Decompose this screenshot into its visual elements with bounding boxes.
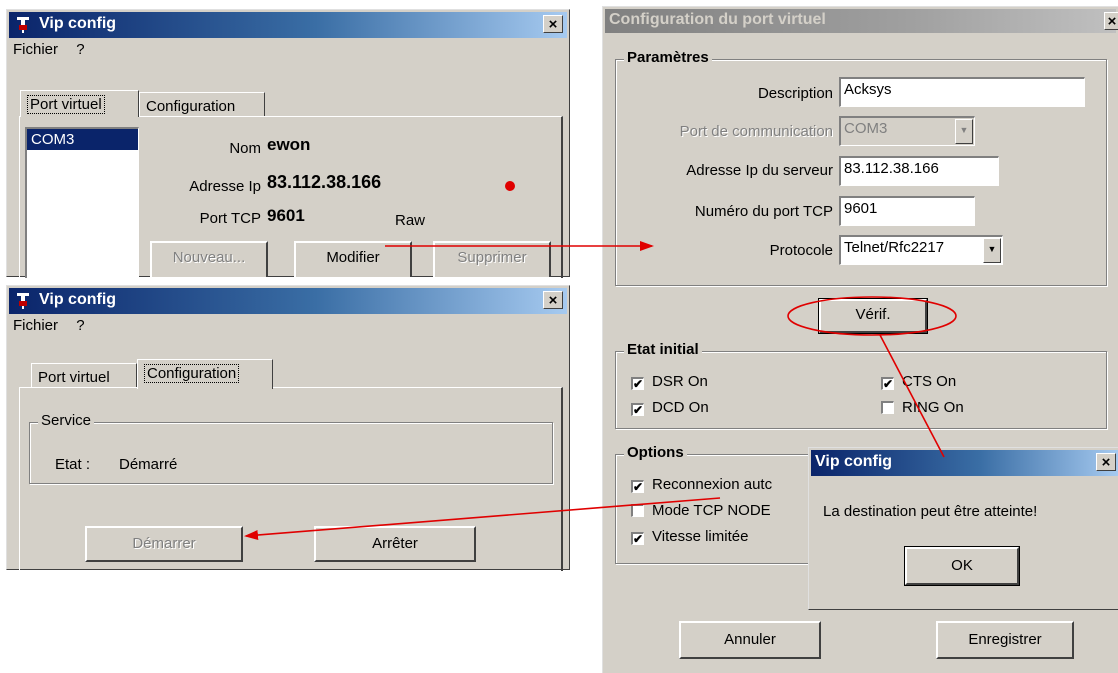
- close-icon[interactable]: ×: [1096, 453, 1116, 471]
- port-tcp-input[interactable]: 9601: [839, 196, 975, 226]
- etat-label: Etat :: [55, 456, 91, 473]
- menu-help[interactable]: ?: [76, 317, 84, 334]
- cts-checkbox[interactable]: ✔ CTS On: [881, 373, 956, 390]
- ip-serveur-label: Adresse Ip du serveur: [686, 162, 833, 179]
- checkbox-box[interactable]: ✔: [631, 377, 644, 390]
- close-icon[interactable]: ×: [1104, 12, 1118, 30]
- checkbox-box[interactable]: ✔: [881, 377, 894, 390]
- dsr-checkbox[interactable]: ✔ DSR On: [631, 373, 708, 390]
- menu-fichier[interactable]: Fichier: [13, 317, 58, 334]
- close-icon[interactable]: ×: [543, 15, 563, 33]
- supprimer-button[interactable]: Supprimer: [433, 241, 551, 277]
- title-bar[interactable]: Configuration du port virtuel ×: [605, 9, 1118, 33]
- verif-button[interactable]: Vérif.: [818, 298, 928, 334]
- ip-serveur-input[interactable]: 83.112.38.166: [839, 156, 999, 186]
- service-legend: Service: [38, 412, 95, 429]
- etat-initial-legend: Etat initial: [624, 341, 702, 358]
- virtual-port-list[interactable]: COM3: [25, 127, 139, 278]
- window-title: Vip config: [39, 291, 117, 308]
- dialog-message: La destination peut être atteinte!: [823, 503, 1038, 520]
- demarrer-button[interactable]: Démarrer: [85, 526, 243, 562]
- nom-value: ewon: [267, 135, 311, 154]
- title-bar[interactable]: Vip config ×: [811, 450, 1118, 476]
- close-icon[interactable]: ×: [543, 291, 563, 309]
- nodelay-checkbox[interactable]: Mode TCP NODE: [631, 502, 771, 519]
- port-tcp-label: Port TCP: [199, 210, 261, 227]
- checkbox-box[interactable]: ✔: [631, 480, 644, 493]
- status-led-icon: [505, 181, 515, 191]
- vip-app-icon: [17, 17, 29, 33]
- window-title: Vip config: [815, 453, 893, 470]
- vip-config-dialog: Vip config × La destination peut être at…: [808, 447, 1118, 610]
- menu-bar: Fichier ?: [13, 317, 99, 334]
- tab-port-virtuel[interactable]: Port virtuel: [20, 90, 139, 117]
- title-bar[interactable]: Vip config ×: [9, 12, 567, 38]
- annuler-button[interactable]: Annuler: [679, 621, 821, 659]
- etat-value: Démarré: [119, 456, 178, 473]
- port-communication-value: COM3: [844, 120, 888, 137]
- ring-checkbox[interactable]: RING On: [881, 399, 964, 416]
- ip-label: Adresse Ip: [189, 178, 261, 195]
- vip-config-window-configuration: Vip config × Fichier ? Port virtuel Conf…: [6, 285, 570, 571]
- tab-port-virtuel[interactable]: Port virtuel: [31, 363, 137, 388]
- nouveau-button[interactable]: Nouveau...: [150, 241, 268, 277]
- port-tcp-value: 9601: [267, 206, 305, 225]
- chevron-down-icon[interactable]: ▼: [955, 119, 973, 144]
- vip-app-icon: [17, 293, 29, 309]
- tab-configuration[interactable]: Configuration: [137, 359, 273, 389]
- checkbox-box[interactable]: ✔: [631, 403, 644, 416]
- port-communication-label: Port de communication: [679, 123, 833, 140]
- list-item[interactable]: COM3: [27, 129, 138, 150]
- ok-button[interactable]: OK: [904, 546, 1020, 586]
- service-group: Service: [29, 412, 553, 484]
- menu-help[interactable]: ?: [76, 41, 84, 58]
- port-tcp-label: Numéro du port TCP: [694, 203, 833, 220]
- description-label: Description: [757, 85, 833, 102]
- protocole-select[interactable]: Telnet/Rfc2217 ▼: [839, 235, 1003, 265]
- etat-initial-group: Etat initial: [615, 341, 1107, 429]
- nom-label: Nom: [229, 140, 261, 157]
- port-communication-select[interactable]: COM3 ▼: [839, 116, 975, 146]
- menu-bar: Fichier ?: [13, 41, 99, 58]
- window-title: Configuration du port virtuel: [609, 11, 826, 28]
- checkbox-box[interactable]: [631, 504, 644, 517]
- title-bar[interactable]: Vip config ×: [9, 288, 567, 314]
- checkbox-box[interactable]: [881, 401, 894, 414]
- tab-configuration[interactable]: Configuration: [139, 92, 265, 117]
- modifier-button[interactable]: Modifier: [294, 241, 412, 277]
- menu-fichier[interactable]: Fichier: [13, 41, 58, 58]
- parametres-legend: Paramètres: [624, 49, 712, 66]
- dcd-checkbox[interactable]: ✔ DCD On: [631, 399, 709, 416]
- protocole-label: Protocole: [769, 242, 833, 259]
- vitesse-checkbox[interactable]: ✔ Vitesse limitée: [631, 528, 748, 545]
- mode-label: Raw: [395, 212, 426, 229]
- arreter-button[interactable]: Arrêter: [314, 526, 476, 562]
- description-input[interactable]: Acksys: [839, 77, 1085, 107]
- ip-value: 83.112.38.166: [267, 172, 382, 192]
- protocole-value: Telnet/Rfc2217: [844, 239, 945, 256]
- chevron-down-icon[interactable]: ▼: [983, 238, 1001, 263]
- checkbox-box[interactable]: ✔: [631, 532, 644, 545]
- options-legend: Options: [624, 444, 687, 461]
- vip-config-window-port-virtuel: Vip config × Fichier ? Port virtuel Conf…: [6, 9, 570, 278]
- window-title: Vip config: [39, 15, 117, 32]
- reconnexion-checkbox[interactable]: ✔ Reconnexion autc: [631, 476, 772, 493]
- enregistrer-button[interactable]: Enregistrer: [936, 621, 1074, 659]
